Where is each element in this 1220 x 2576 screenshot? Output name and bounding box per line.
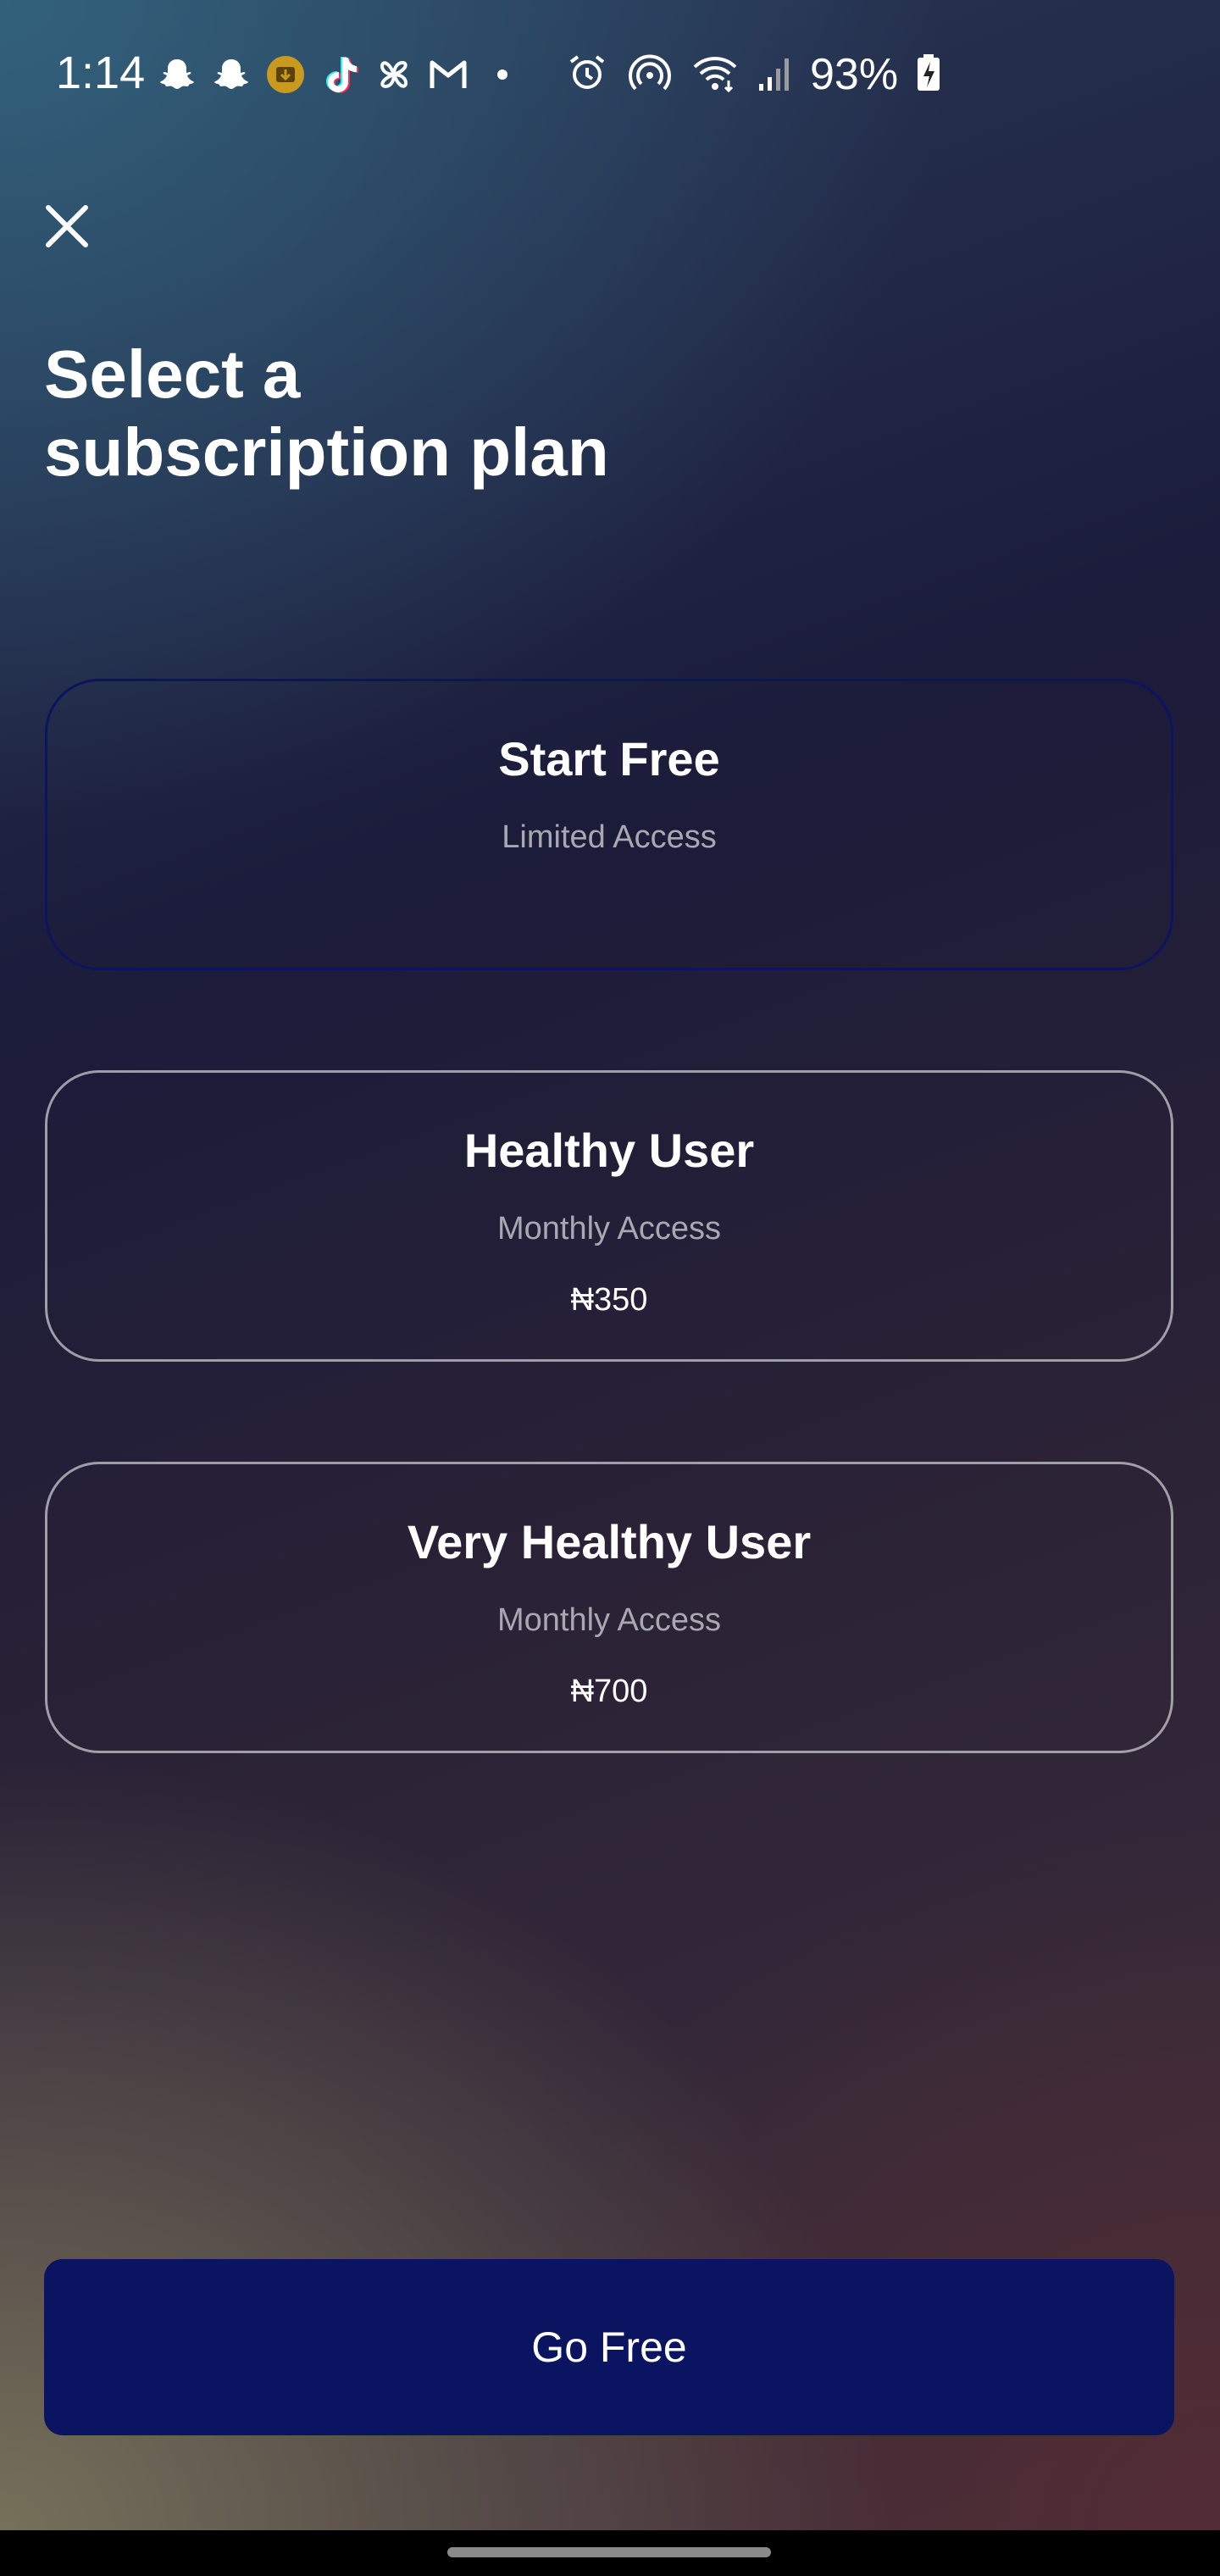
- home-indicator[interactable]: [447, 2547, 771, 2557]
- plan-card-very-healthy-user[interactable]: Very Healthy User Monthly Access ₦700: [45, 1462, 1173, 1753]
- notification-icons: [156, 49, 524, 100]
- plan-price: ₦350: [570, 1282, 648, 1318]
- snapchat-icon: [210, 53, 252, 96]
- hotspot-icon: [627, 52, 673, 98]
- plan-price: ₦700: [570, 1674, 648, 1709]
- plan-subtitle: Limited Access: [502, 819, 717, 855]
- download-badge-icon: [264, 53, 307, 96]
- snapchat-icon: [156, 53, 198, 96]
- plan-name: Healthy User: [463, 1124, 755, 1177]
- page-title-line-2: subscription plan: [44, 414, 609, 490]
- go-free-button[interactable]: Go Free: [44, 2259, 1174, 2435]
- plan-subtitle: Monthly Access: [497, 1211, 721, 1246]
- plan-subtitle: Monthly Access: [497, 1602, 721, 1638]
- pinwheel-icon: [373, 53, 415, 96]
- plan-card-start-free[interactable]: Start Free Limited Access: [45, 679, 1173, 970]
- page-title-line-1: Select a: [44, 336, 301, 412]
- alarm-icon: [566, 52, 608, 98]
- battery-percentage: 93%: [810, 50, 899, 99]
- subscription-screen: 1:14 93% Select a subscription plan Star…: [0, 0, 1220, 2530]
- wifi-icon: [691, 52, 739, 98]
- plan-name: Very Healthy User: [407, 1515, 812, 1568]
- dot-icon: [481, 53, 524, 96]
- plan-name: Start Free: [498, 732, 720, 786]
- plan-card-healthy-user[interactable]: Healthy User Monthly Access ₦350: [45, 1070, 1173, 1362]
- status-bar: 1:14 93%: [0, 0, 1220, 144]
- signal-icon: [757, 52, 791, 98]
- tiktok-icon: [319, 53, 361, 96]
- close-icon: [46, 205, 88, 247]
- close-button[interactable]: [37, 197, 97, 256]
- battery-charging-icon: [917, 53, 940, 96]
- gmail-icon: [427, 53, 469, 96]
- page-title: Select a subscription plan: [44, 336, 891, 491]
- system-status-icons: 93%: [566, 49, 940, 100]
- status-time: 1:14: [56, 47, 146, 98]
